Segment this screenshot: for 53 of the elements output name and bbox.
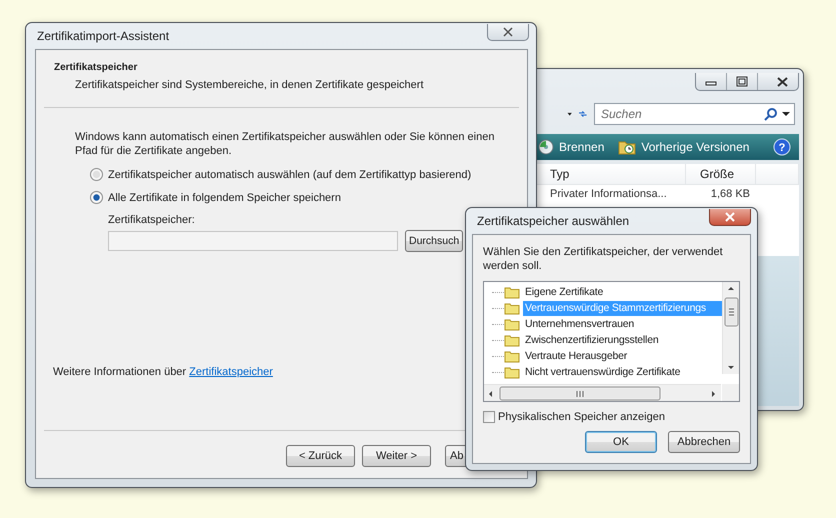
table-cell-text: Privater Informationsa... [549, 188, 668, 200]
close-icon [724, 212, 736, 222]
vertical-scrollbar[interactable] [722, 282, 739, 374]
folder-icon [504, 350, 520, 362]
command-button[interactable]: Vorherige Versionen [618, 139, 750, 155]
column-header[interactable]: Größe [686, 164, 756, 184]
folder-icon [504, 334, 520, 346]
nav-button[interactable]: < Zurück [286, 445, 355, 467]
window-title: Zertifikatimport-Assistent [36, 28, 170, 45]
table-cell-text: 1,68 KB [710, 188, 751, 200]
page-subtitle: Zertifikatspeicher sind Systembereiche, in denen Zertifikate gespeichert [75, 79, 425, 91]
browse-button[interactable]: Durchsuch [405, 230, 463, 252]
horizontal-scrollbar[interactable] [484, 384, 721, 401]
store-field[interactable] [108, 231, 398, 251]
radio-button[interactable] [90, 191, 103, 204]
dropdown-arrow-icon[interactable] [782, 111, 790, 117]
checkbox-option[interactable]: Physikalischen Speicher anzeigen [483, 411, 740, 423]
help-icon[interactable]: ? [773, 138, 791, 156]
dialog-button[interactable]: Abbrechen [668, 431, 740, 453]
dialog-button[interactable]: OK [585, 431, 657, 453]
tree-item[interactable]: Nicht vertrauenswürdige Zertifikate [486, 364, 722, 380]
radio-option[interactable]: Zertifikatspeicher automatisch auswählen (auf dem Zertifikattyp basierend) [90, 168, 507, 181]
window-title: Zertifikatspeicher auswählen [476, 213, 630, 230]
prompt-text: Wählen Sie den Zertifikatspeicher, der verwendet werden soll. [483, 245, 724, 273]
dropdown-arrow-icon[interactable] [567, 110, 572, 118]
scrollbar-corner [722, 384, 739, 401]
radio-button[interactable] [90, 168, 103, 181]
page-title: Zertifikatspeicher [54, 62, 138, 73]
folder-icon [504, 302, 520, 314]
folder-icon [504, 286, 520, 298]
tree-item[interactable]: Zwischenzertifizierungsstellen [486, 332, 722, 348]
option-label: Zertifikatspeicher automatisch auswählen (auf dem Zertifikattyp basierend) [108, 168, 472, 180]
intro-text: Windows kann automatisch einen Zertifikatspeicher auswählen oder Sie können einen Pfad für die Zertifikate angeben. [75, 130, 496, 158]
tree-item[interactable]: Eigene Zertifikate [486, 284, 722, 300]
tree-item[interactable]: Vertraute Herausgeber [486, 348, 722, 364]
disc-icon [538, 139, 554, 155]
close-icon [502, 27, 514, 37]
folder-icon [504, 366, 520, 378]
info-link[interactable]: Zertifikatspeicher [189, 366, 273, 378]
radio-option[interactable]: Alle Zertifikate in folgendem Speicher speichern [90, 191, 507, 204]
command-button[interactable]: Brennen [538, 139, 604, 155]
folder-icon [504, 318, 520, 330]
checkbox[interactable] [483, 411, 495, 423]
search-field[interactable]: Suchen [599, 106, 760, 122]
close-button[interactable] [709, 209, 751, 226]
tree-item[interactable]: Unternehmensvertrauen [486, 316, 722, 332]
option-label: Alle Zertifikate in folgendem Speicher speichern [108, 192, 341, 204]
nav-button[interactable]: Weiter > [362, 445, 431, 467]
search-icon[interactable] [764, 107, 778, 121]
search-bar[interactable]: Suchen [594, 103, 795, 125]
folder-clock-icon [618, 139, 636, 155]
close-button[interactable] [487, 24, 529, 41]
checkbox-label: Physikalischen Speicher anzeigen [498, 411, 665, 423]
